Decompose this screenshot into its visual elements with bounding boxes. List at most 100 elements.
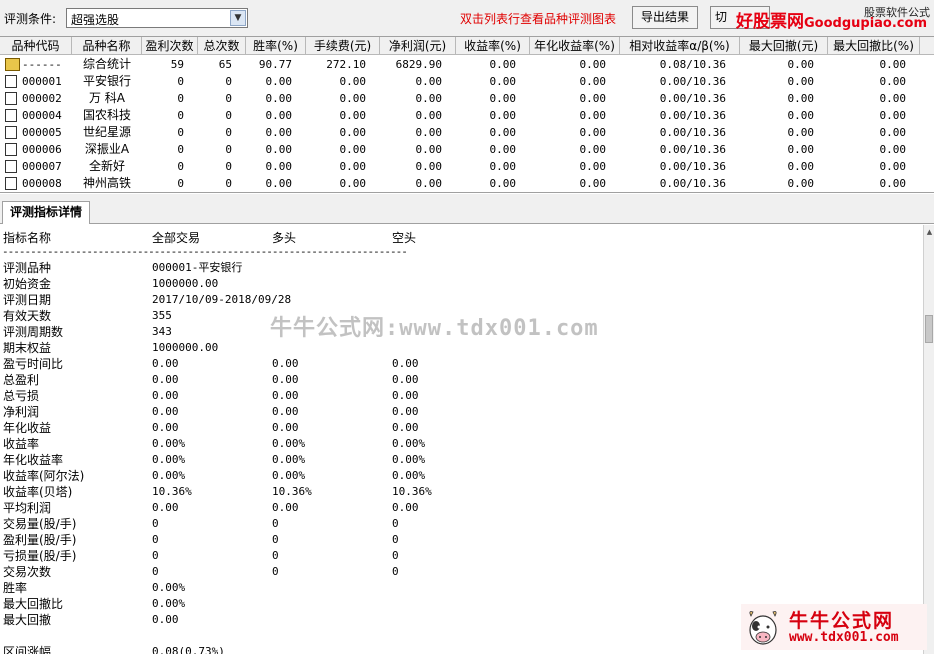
header-all-trades: 全部交易: [152, 231, 201, 245]
table-cell: 0.00: [339, 109, 367, 122]
column-header[interactable]: 手续费(元): [306, 37, 380, 55]
metric-value: 0.00%: [272, 437, 306, 450]
metric-value: 0: [272, 565, 279, 578]
metric-label: 盈亏时间比: [3, 357, 64, 371]
column-header[interactable]: 相对收益率α/β(%): [620, 37, 740, 55]
table-cell: 0.00/10.36: [659, 177, 726, 190]
table-cell: 0.00: [415, 160, 443, 173]
column-header[interactable]: 最大回撤比(%): [828, 37, 920, 55]
condition-select[interactable]: 超强选股 ▼: [66, 8, 248, 28]
metric-label: 收益率(贝塔): [3, 485, 73, 499]
table-cell: 0.00: [339, 75, 367, 88]
metric-row: 平均利润 0.00 0.00 0.00: [0, 500, 923, 516]
metric-value: 0.00%: [272, 469, 306, 482]
table-cell: 0: [225, 143, 232, 156]
metric-row: 收益率 0.00% 0.00% 0.00%: [0, 436, 923, 452]
column-header[interactable]: 年化收益率(%): [530, 37, 620, 55]
header-long: 多头: [272, 231, 297, 245]
table-row[interactable]: 000005 世纪星源 0 0 0.00 0.00 0.00 0.00 0.00 0.00/10.…: [0, 124, 934, 141]
metric-value: 0.00%: [152, 581, 186, 594]
table-cell: 0.00: [489, 126, 517, 139]
table-row[interactable]: 000001 平安银行 0 0 0.00 0.00 0.00 0.00 0.00 0.00/10.…: [0, 73, 934, 90]
table-cell: 0.00: [787, 143, 815, 156]
scrollbar-thumb[interactable]: [925, 315, 933, 343]
table-cell: 0.00: [265, 109, 293, 122]
table-cell: 深振业A: [84, 142, 130, 156]
table-cell: 万 科A: [88, 91, 126, 105]
chevron-down-icon[interactable]: ▼: [230, 10, 246, 26]
column-header[interactable]: 最大回撤(元): [740, 37, 828, 55]
metric-value: 0.00: [152, 613, 179, 626]
bottom-logo-title: 牛牛公式网: [789, 610, 895, 632]
table-row[interactable]: 000006 深振业A 0 0 0.00 0.00 0.00 0.00 0.00 0.00/10.…: [0, 141, 934, 158]
table-cell: 59: [170, 58, 184, 71]
column-header[interactable]: 品种代码: [0, 37, 72, 55]
export-button[interactable]: 导出结果: [632, 6, 698, 29]
table-cell: 0.00: [265, 143, 293, 156]
table-row[interactable]: 000007 全新好 0 0 0.00 0.00 0.00 0.00 0.00 0.00/10.3…: [0, 158, 934, 175]
table-row[interactable]: ------ 综合统计 59 65 90.77 272.10 6829.90 0.00 0.00…: [0, 56, 934, 73]
table-cell: ------: [22, 58, 62, 71]
table-cell: 0.00: [879, 58, 907, 71]
table-cell: 0.00/10.36: [659, 75, 726, 88]
metric-value: 0.00: [392, 389, 419, 402]
table-cell: 0.00: [787, 58, 815, 71]
tab-metrics-detail[interactable]: 评测指标详情: [2, 201, 90, 224]
table-cell: 0.08/10.36: [659, 58, 726, 71]
column-header[interactable]: 净利润(元): [380, 37, 456, 55]
metric-value: 0.00%: [152, 597, 186, 610]
metric-row: 收益率(贝塔) 10.36% 10.36% 10.36%: [0, 484, 923, 500]
metric-value: 0.00: [152, 501, 179, 514]
table-row[interactable]: 000002 万 科A 0 0 0.00 0.00 0.00 0.00 0.00 0.00/10.…: [0, 90, 934, 107]
column-header[interactable]: 胜率(%): [246, 37, 306, 55]
table-cell: 0.00: [879, 75, 907, 88]
table-cell: 0: [225, 126, 232, 139]
table-cell: 0: [177, 75, 184, 88]
metric-value: 0: [392, 565, 399, 578]
table-cell: 0: [225, 75, 232, 88]
table-cell: 0.00: [879, 143, 907, 156]
table-cell: 0.00: [415, 109, 443, 122]
watermark: 牛牛公式网:www.tdx001.com: [270, 316, 599, 341]
column-header[interactable]: 盈利次数: [142, 37, 198, 55]
table-cell: 0.00: [579, 58, 607, 71]
results-table: 品种代码 品种名称 盈利次数 总次数 胜率(%) 手续费(元) 净利润(元) 收益率(%) 年化…: [0, 36, 934, 193]
header-short: 空头: [392, 231, 417, 245]
metric-value: 10.36%: [272, 485, 312, 498]
metric-value: 0: [152, 517, 159, 530]
metric-value: 355: [152, 309, 172, 322]
table-cell: 神州高铁: [82, 176, 131, 190]
column-header[interactable]: 品种名称: [72, 37, 142, 55]
metric-value: 0.00: [152, 373, 179, 386]
metric-value: 0.00%: [392, 469, 426, 482]
metric-value: 0: [152, 549, 159, 562]
scroll-up-icon[interactable]: ▲: [925, 226, 934, 238]
table-cell: 0.00: [489, 58, 517, 71]
table-cell: 000002: [22, 92, 62, 105]
metric-label: 期末权益: [3, 341, 52, 355]
table-cell: 0.00: [339, 177, 367, 190]
metric-value: 0.00%: [392, 437, 426, 450]
metric-value: 10.36%: [392, 485, 432, 498]
table-cell: 0.00: [265, 126, 293, 139]
table-cell: 0.00: [415, 75, 443, 88]
column-header[interactable]: 收益率(%): [456, 37, 530, 55]
column-header[interactable]: 总次数: [198, 37, 246, 55]
table-row[interactable]: 000004 国农科技 0 0 0.00 0.00 0.00 0.00 0.00 0.00/10.…: [0, 107, 934, 124]
table-cell: 0.00: [265, 177, 293, 190]
table-header: 品种代码 品种名称 盈利次数 总次数 胜率(%) 手续费(元) 净利润(元) 收益率(%) 年化…: [0, 37, 934, 55]
metric-value: 0.00: [392, 501, 419, 514]
metric-label: 交易量(股/手): [3, 517, 77, 531]
table-cell: 65: [218, 58, 232, 71]
table-cell: 0.00: [579, 126, 607, 139]
table-cell: 0.00: [579, 177, 607, 190]
logo-cn-text: 好股票网: [736, 12, 804, 32]
table-row[interactable]: 000008 神州高铁 0 0 0.00 0.00 0.00 0.00 0.00 0.00/10.…: [0, 175, 934, 192]
details-scrollbar[interactable]: ▲: [923, 225, 934, 654]
metric-label: 最大回撤比: [3, 597, 64, 611]
metric-row: 年化收益率 0.00% 0.00% 0.00%: [0, 452, 923, 468]
metric-label: 亏损量(股/手): [3, 549, 77, 563]
table-cell: 0.00: [879, 177, 907, 190]
table-cell: 0.00: [787, 160, 815, 173]
metric-value: 10.36%: [152, 485, 192, 498]
